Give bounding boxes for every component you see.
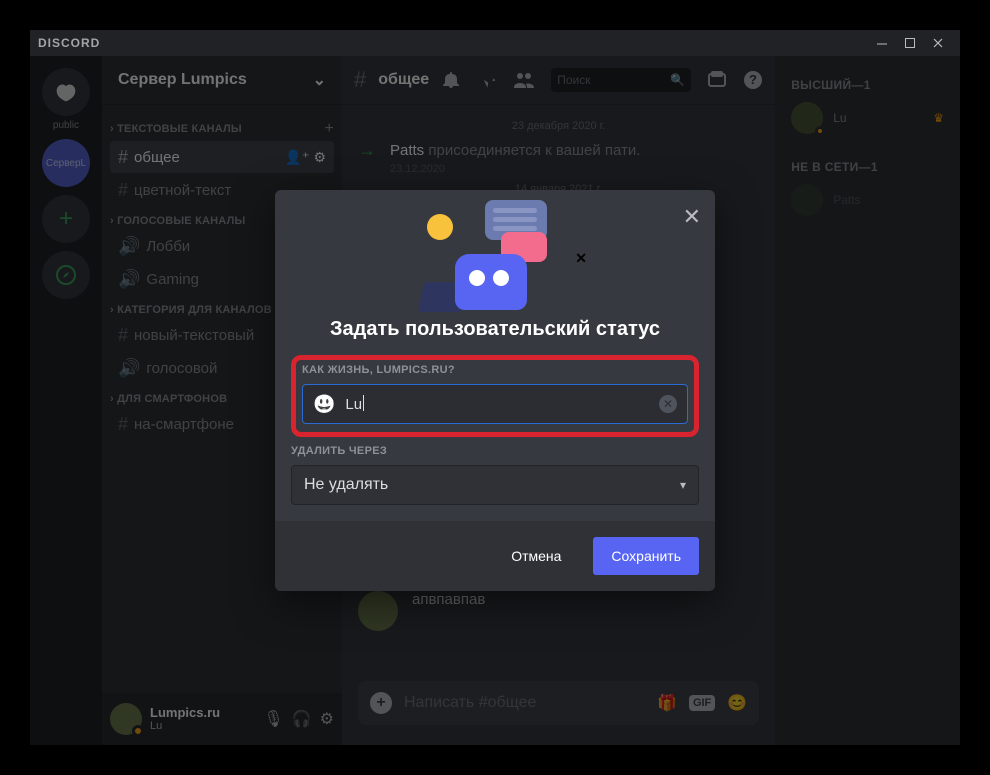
window-close-button[interactable] (924, 37, 952, 49)
status-text-field[interactable]: Lu (345, 395, 649, 413)
custom-status-input[interactable]: 😃 Lu ✕ (302, 384, 688, 424)
modal-footer: Отмена Сохранить (275, 521, 715, 591)
app-logo: DISCORD (38, 36, 100, 50)
cancel-button[interactable]: Отмена (493, 537, 579, 575)
custom-status-modal: ✕ ✕ Задать пользовательский статус КАК Ж… (275, 190, 715, 591)
modal-close-button[interactable]: ✕ (683, 204, 701, 230)
titlebar: DISCORD (30, 30, 960, 56)
app-window: DISCORD public СерверL + Сервер Lumpics … (30, 30, 960, 745)
emoji-picker-icon[interactable]: 😃 (313, 394, 335, 415)
modal-illustration: ✕ ✕ (275, 190, 715, 310)
status-question-label: КАК ЖИЗНЬ, LUMPICS.RU? (302, 364, 688, 376)
clear-after-label: УДАЛИТЬ ЧЕРЕЗ (291, 445, 699, 457)
save-button[interactable]: Сохранить (593, 537, 699, 575)
chevron-down-icon: ▾ (680, 478, 686, 492)
highlighted-region: КАК ЖИЗНЬ, LUMPICS.RU? 😃 Lu ✕ (291, 355, 699, 437)
window-minimize-button[interactable] (868, 37, 896, 49)
window-maximize-button[interactable] (896, 37, 924, 49)
clear-after-select[interactable]: Не удалять ▾ (291, 465, 699, 505)
clear-status-button[interactable]: ✕ (659, 395, 677, 413)
modal-title: Задать пользовательский статус (275, 310, 715, 355)
